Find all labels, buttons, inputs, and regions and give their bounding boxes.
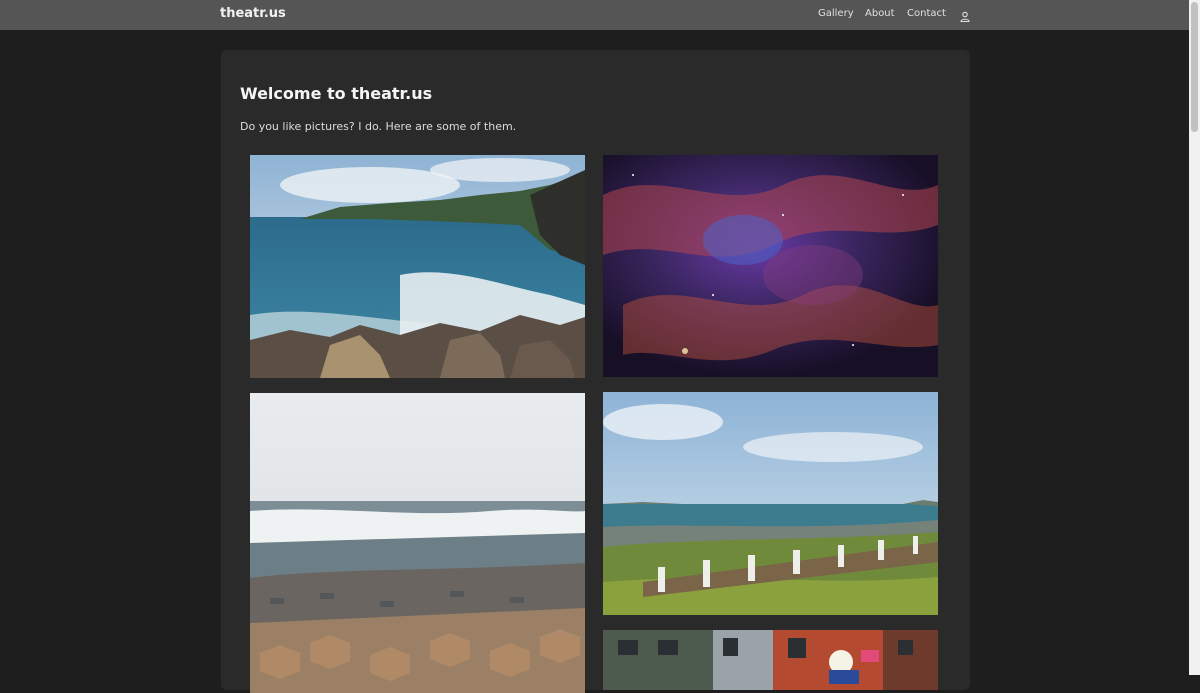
gallery-photo-coast[interactable] [250, 155, 585, 378]
nav-links: Gallery About Contact [0, 8, 1189, 23]
page-scrollbar[interactable] [1189, 0, 1200, 675]
gallery-photo-basalt[interactable] [250, 393, 585, 693]
user-icon[interactable] [960, 8, 970, 23]
gallery-photo-street[interactable] [603, 630, 938, 690]
scrollbar-thumb[interactable] [1191, 2, 1198, 132]
gallery-photo-nebula[interactable] [603, 155, 938, 377]
nav-contact-link[interactable]: Contact [907, 8, 946, 19]
page-title: Welcome to theatr.us [240, 84, 433, 103]
top-navbar: theatr.us Gallery About Contact [0, 0, 1189, 30]
content-card: Welcome to theatr.us Do you like picture… [221, 50, 970, 693]
gallery-photo-fence[interactable] [603, 392, 938, 615]
nav-gallery-link[interactable]: Gallery [818, 8, 854, 19]
nav-about-link[interactable]: About [865, 8, 895, 19]
intro-text: Do you like pictures? I do. Here are som… [240, 120, 517, 133]
